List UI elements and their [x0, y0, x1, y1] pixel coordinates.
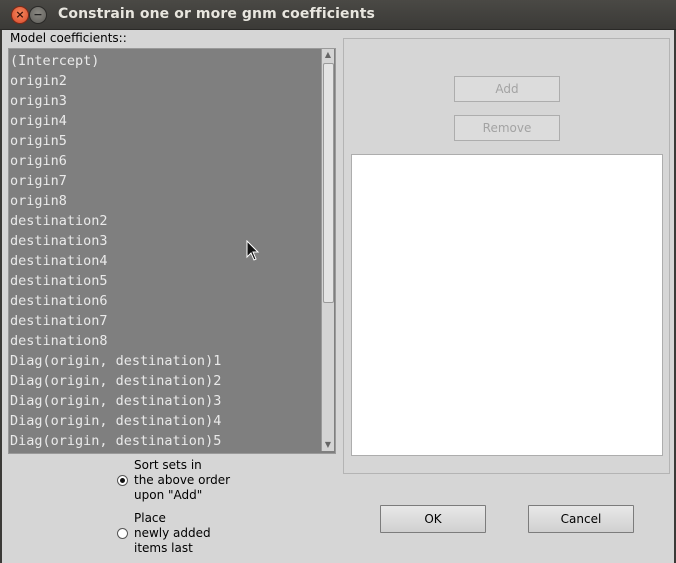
coefficient-list-item[interactable]: destination4	[10, 251, 221, 271]
coefficient-list-item[interactable]: origin8	[10, 191, 221, 211]
coefficient-list-item[interactable]: destination8	[10, 331, 221, 351]
place-last-radio[interactable]	[117, 528, 128, 539]
add-button[interactable]: Add	[454, 76, 560, 102]
cancel-button[interactable]: Cancel	[528, 505, 634, 533]
title-bar: × − Constrain one or more gnm coefficien…	[0, 0, 676, 30]
remove-button[interactable]: Remove	[454, 115, 560, 141]
coefficient-list-item[interactable]: Diag(origin, destination)5	[10, 431, 221, 451]
coefficients-list[interactable]: (Intercept) origin2 origin3 origin4 origin5 o…	[10, 51, 221, 451]
coefficient-list-item[interactable]: destination5	[10, 271, 221, 291]
ok-button[interactable]: OK	[380, 505, 486, 533]
model-coefficients-label: Model coefficients::	[10, 31, 127, 45]
sort-sets-label-1: Sort sets in	[134, 458, 202, 472]
scroll-up-icon[interactable]: ▲	[323, 49, 333, 61]
mouse-cursor-icon	[246, 240, 260, 261]
window-title: Constrain one or more gnm coefficients	[58, 6, 375, 22]
coefficient-list-item[interactable]: destination2	[10, 211, 221, 231]
place-last-label-2: newly added	[134, 526, 211, 540]
scroll-down-icon[interactable]: ▼	[323, 439, 333, 451]
sort-sets-label-3: upon "Add"	[134, 488, 203, 502]
coefficient-list-item[interactable]: Diag(origin, destination)1	[10, 351, 221, 371]
coefficient-list-item[interactable]: (Intercept)	[10, 51, 221, 71]
coefficient-list-item[interactable]: origin5	[10, 131, 221, 151]
coefficient-list-item[interactable]: destination3	[10, 231, 221, 251]
window-frame-left	[0, 30, 2, 563]
coefficient-list-item[interactable]: origin6	[10, 151, 221, 171]
coefficient-list-item[interactable]: origin3	[10, 91, 221, 111]
coefficient-list-item[interactable]: Diag(origin, destination)3	[10, 391, 221, 411]
coefficient-list-item[interactable]: Diag(origin, destination)2	[10, 371, 221, 391]
vertical-scrollbar[interactable]: ▲ ▼	[321, 49, 334, 451]
place-last-label-1: Place	[134, 511, 166, 525]
coefficient-list-item[interactable]: origin4	[10, 111, 221, 131]
coefficient-list-item[interactable]: origin7	[10, 171, 221, 191]
constraint-panel: Add Remove	[343, 38, 670, 474]
sort-sets-label-2: the above order	[134, 473, 231, 487]
constraint-sets-listbox[interactable]	[351, 154, 663, 456]
sort-sets-radio[interactable]	[117, 475, 128, 486]
minimize-icon[interactable]: −	[29, 6, 47, 24]
place-last-label-3: items last	[134, 541, 193, 555]
coefficients-listbox[interactable]: (Intercept) origin2 origin3 origin4 origin5 o…	[8, 48, 336, 454]
coefficient-list-item[interactable]: origin2	[10, 71, 221, 91]
coefficient-list-item[interactable]: Diag(origin, destination)4	[10, 411, 221, 431]
close-icon[interactable]: ×	[11, 6, 29, 24]
coefficient-list-item[interactable]: destination6	[10, 291, 221, 311]
scroll-thumb[interactable]	[323, 63, 334, 303]
coefficient-list-item[interactable]: destination7	[10, 311, 221, 331]
